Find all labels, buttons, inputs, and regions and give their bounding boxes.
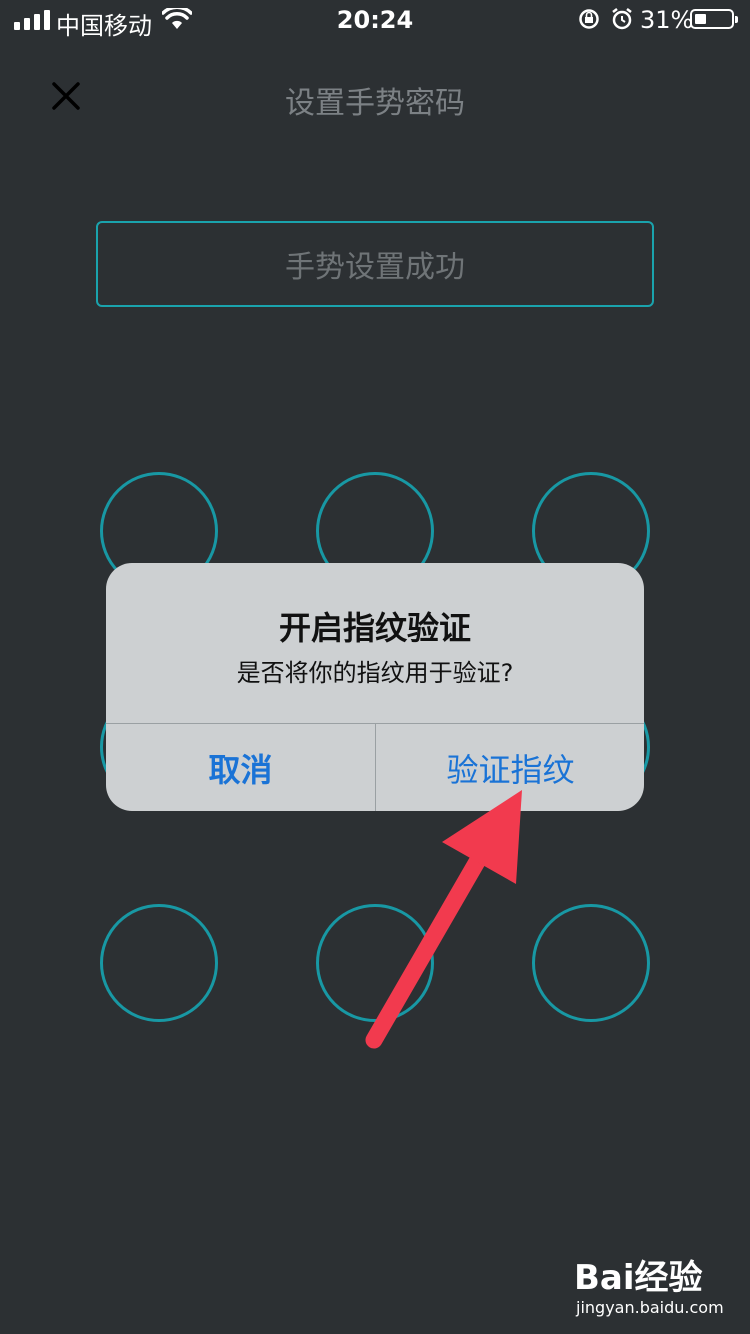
page-title: 设置手势密码	[285, 86, 465, 121]
rotation-lock-icon	[579, 9, 599, 29]
alert-message: 是否将你的指纹用于验证?	[236, 659, 514, 687]
baidu-watermark: Bai经验 jingyan.baidu.com	[574, 1250, 734, 1320]
watermark-url: jingyan.baidu.com	[576, 1298, 724, 1317]
alarm-icon	[612, 8, 632, 30]
gesture-status-message: 手势设置成功	[96, 221, 654, 307]
status-bar: 中国移动 20:24 31%	[0, 0, 750, 40]
cancel-button[interactable]: 取消	[106, 724, 375, 811]
gesture-dot[interactable]	[316, 904, 434, 1022]
fingerprint-alert-dialog: 开启指纹验证 是否将你的指纹用于验证? 取消 验证指纹	[106, 563, 644, 811]
battery-icon	[690, 9, 738, 29]
verify-fingerprint-button[interactable]: 验证指纹	[376, 724, 644, 811]
battery-percent: 31%	[640, 6, 694, 34]
clock: 20:24	[336, 6, 414, 34]
gesture-dot[interactable]	[100, 904, 218, 1022]
alert-title: 开启指纹验证	[278, 609, 471, 647]
watermark-brand: Bai经验	[574, 1258, 703, 1298]
gesture-dot[interactable]	[532, 904, 650, 1022]
